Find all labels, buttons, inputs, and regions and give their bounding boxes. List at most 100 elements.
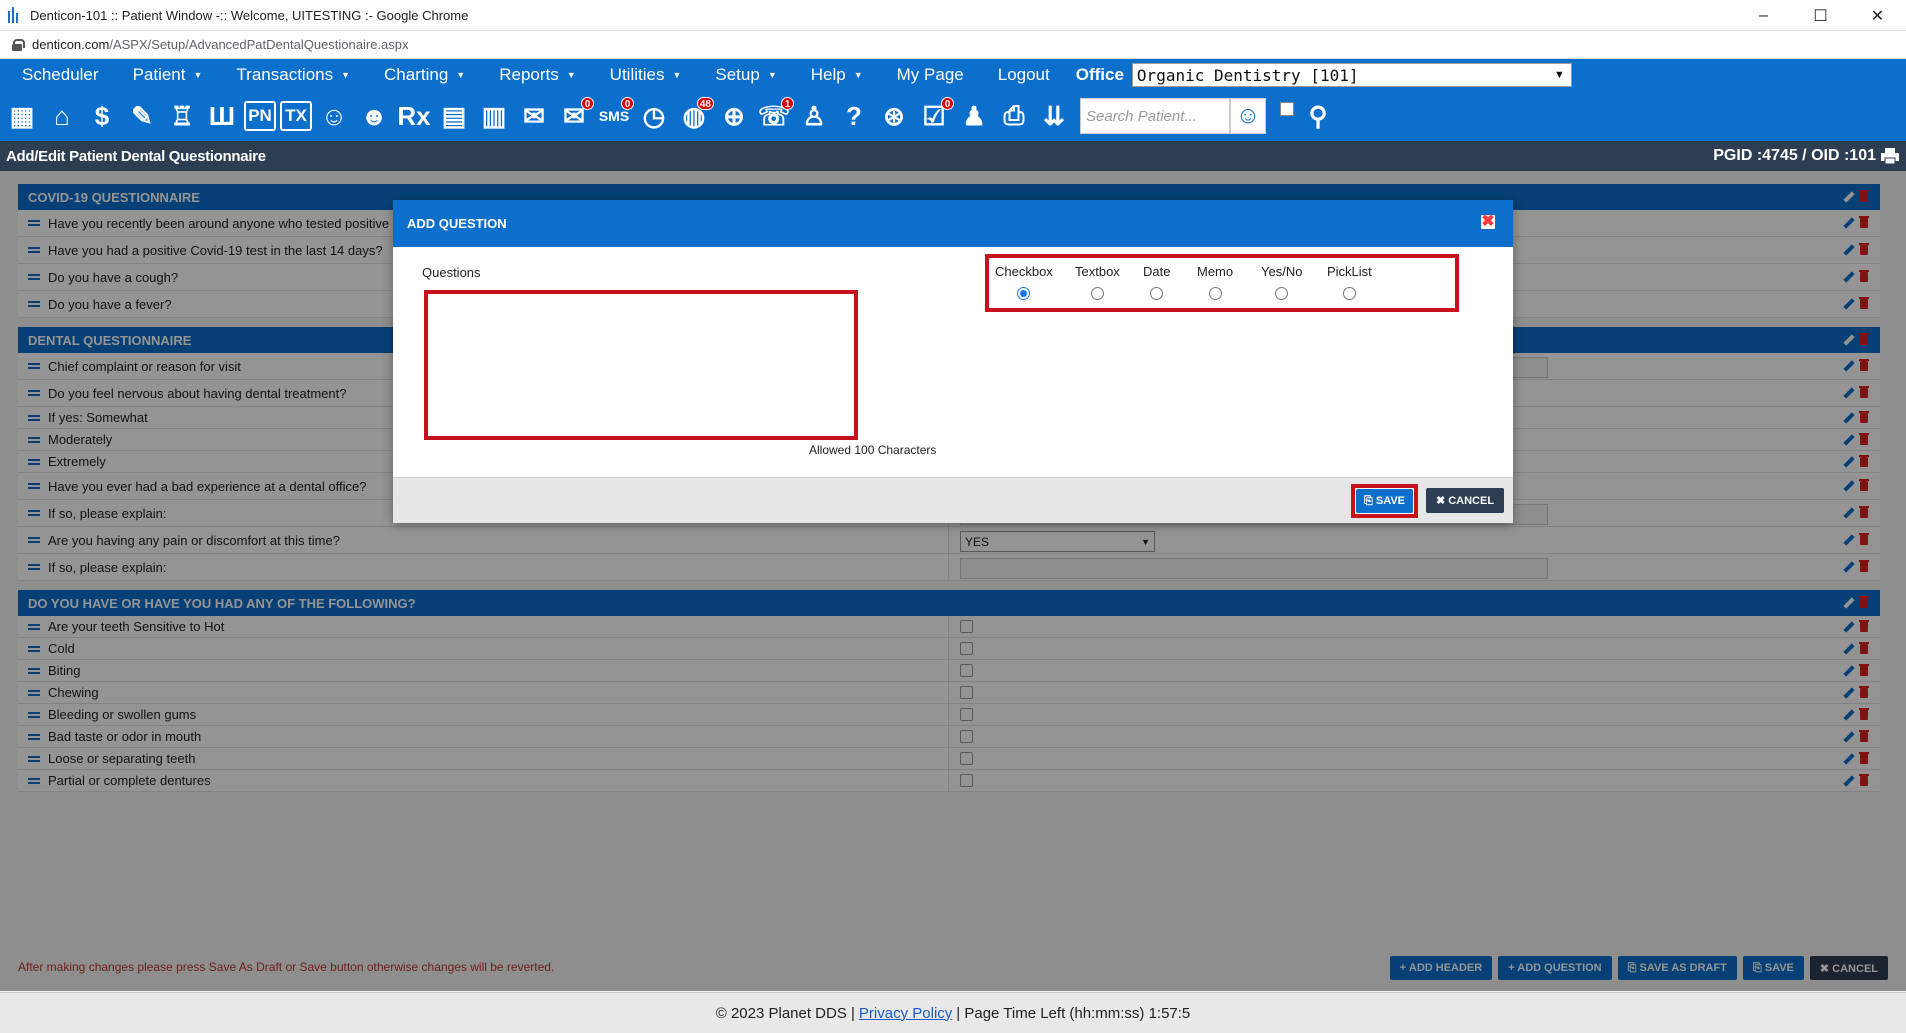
- app-logo-icon: [8, 7, 22, 23]
- type-radio[interactable]: [1208, 287, 1222, 300]
- tooth-help-icon[interactable]: ?: [836, 96, 872, 136]
- dollar-icon[interactable]: $: [84, 96, 120, 136]
- add-patient-icon[interactable]: ☺: [316, 96, 352, 136]
- type-option-checkbox[interactable]: Checkbox: [995, 264, 1053, 300]
- forms-badge: 0: [941, 97, 954, 110]
- globe-people-icon[interactable]: ⊕: [716, 96, 752, 136]
- save-button-highlight: ⎘ SAVE: [1351, 484, 1418, 518]
- menu-item-help[interactable]: Help ▼: [789, 65, 863, 85]
- dialog-save-button[interactable]: ⎘ SAVE: [1356, 489, 1413, 513]
- address-bar[interactable]: denticon.com/ASPX/Setup/AdvancedPatDenta…: [0, 31, 1906, 59]
- messages-icon[interactable]: ✉ 0: [556, 96, 594, 136]
- privacy-policy-link[interactable]: Privacy Policy: [859, 1005, 952, 1022]
- question-textarea[interactable]: [424, 290, 858, 440]
- close-window-button[interactable]: ✕: [1849, 0, 1906, 31]
- type-option-label: Checkbox: [995, 264, 1053, 279]
- type-option-label: Textbox: [1075, 264, 1120, 279]
- tooth-chart-icon[interactable]: ♖: [164, 96, 200, 136]
- maximize-button[interactable]: ☐: [1792, 0, 1849, 31]
- ledger-edit-icon[interactable]: ✎: [124, 96, 160, 136]
- menu-item-label: Setup: [715, 65, 760, 84]
- prescription-icon[interactable]: Rx: [396, 96, 432, 136]
- menu-item-scheduler[interactable]: Scheduler: [0, 65, 99, 85]
- caret-down-icon: ▼: [341, 70, 351, 80]
- chevrons-down-icon[interactable]: ⇊: [1036, 96, 1072, 136]
- web-badge: 48: [696, 97, 714, 110]
- documents-icon[interactable]: ▥: [476, 96, 512, 136]
- caret-down-icon: ▼: [193, 70, 203, 80]
- menu-item-my-page[interactable]: My Page: [875, 65, 964, 85]
- printer-icon[interactable]: ⎙: [996, 96, 1032, 136]
- browser-titlebar: Denticon-101 :: Patient Window -:: Welco…: [0, 0, 1906, 31]
- type-radio[interactable]: [1275, 287, 1289, 300]
- menu-item-utilities[interactable]: Utilities ▼: [588, 65, 682, 85]
- menu-item-logout[interactable]: Logout: [976, 65, 1050, 85]
- menu-item-patient[interactable]: Patient ▼: [111, 65, 203, 85]
- menu-item-label: Scheduler: [22, 65, 99, 84]
- lock-icon[interactable]: [12, 38, 25, 51]
- copyright-text: © 2023 Planet DDS |: [715, 1004, 855, 1022]
- window-controls: – ☐ ✕: [1735, 0, 1906, 31]
- menu-item-label: Logout: [997, 65, 1050, 84]
- menu-item-label: Reports: [499, 65, 559, 84]
- menu-item-reports[interactable]: Reports ▼: [477, 65, 575, 85]
- copyright-bar: © 2023 Planet DDS | Privacy Policy | Pag…: [0, 992, 1906, 1033]
- caret-down-icon: ▼: [566, 70, 576, 80]
- treatment-plan-icon[interactable]: TX: [280, 101, 312, 131]
- sms-icon[interactable]: SMS 0: [596, 96, 634, 136]
- group-search-icon[interactable]: ⚲: [1300, 96, 1336, 136]
- patient-search-icon[interactable]: ☺: [1230, 98, 1266, 134]
- type-option-yesno[interactable]: Yes/No: [1261, 264, 1302, 300]
- menu-item-label: Charting: [384, 65, 449, 84]
- menu-item-setup[interactable]: Setup ▼: [693, 65, 776, 85]
- questions-label: Questions: [422, 265, 481, 280]
- support-icon[interactable]: ☏ 1: [756, 96, 794, 136]
- menu-item-transactions[interactable]: Transactions ▼: [214, 65, 350, 85]
- menu-item-label: Transactions: [236, 65, 334, 84]
- type-radio[interactable]: [1017, 287, 1031, 300]
- type-option-date[interactable]: Date: [1143, 264, 1170, 300]
- support-badge: 1: [781, 97, 794, 110]
- home-icon[interactable]: ⌂: [44, 96, 80, 136]
- add-family-icon[interactable]: ☻: [356, 96, 392, 136]
- dialog-footer: ⎘ SAVE ✖ CANCEL: [393, 477, 1513, 523]
- toolbar-checkbox[interactable]: [1280, 102, 1294, 116]
- office-select[interactable]: Organic Dentistry [101] ▼: [1131, 63, 1572, 87]
- type-option-picklist[interactable]: PickList: [1327, 264, 1372, 300]
- dialog-title: ADD QUESTION: [407, 216, 507, 231]
- type-option-label: Yes/No: [1261, 264, 1303, 279]
- menu-item-label: My Page: [896, 65, 964, 84]
- web-users-icon[interactable]: ◍ 48: [676, 96, 714, 136]
- page-ids: PGID :4745 / OID :101: [1713, 147, 1876, 164]
- time-left-text: | Page Time Left (hh:mm:ss) 1:57:5: [956, 1004, 1191, 1022]
- close-icon[interactable]: ✖: [1481, 214, 1495, 230]
- menu-item-label: Patient: [132, 65, 186, 84]
- url-text[interactable]: denticon.com/ASPX/Setup/AdvancedPatDenta…: [32, 37, 409, 52]
- progress-notes-icon[interactable]: PN: [244, 101, 276, 131]
- tooth-icon[interactable]: ♙: [796, 96, 832, 136]
- type-option-memo[interactable]: Memo: [1197, 264, 1233, 300]
- main-menu: Scheduler Patient ▼ Transactions ▼ Charting ▼ R…: [0, 59, 1906, 91]
- menu-item-charting[interactable]: Charting ▼: [362, 65, 465, 85]
- type-radio[interactable]: [1090, 287, 1104, 300]
- team-icon[interactable]: ♟: [956, 96, 992, 136]
- messages-badge: 0: [581, 97, 594, 110]
- caret-down-icon: ▼: [672, 70, 682, 80]
- type-option-textbox[interactable]: Textbox: [1075, 264, 1120, 300]
- minimize-button[interactable]: –: [1735, 0, 1792, 31]
- calendar-icon[interactable]: ▦: [4, 96, 40, 136]
- caret-down-icon: ▼: [456, 70, 466, 80]
- mail-icon[interactable]: ✉: [516, 96, 552, 136]
- notes-icon[interactable]: ▤: [436, 96, 472, 136]
- page-header: Add/Edit Patient Dental Questionnaire PG…: [0, 141, 1906, 171]
- forms-icon[interactable]: ☑ 0: [916, 96, 954, 136]
- clock-icon[interactable]: ◷: [636, 96, 672, 136]
- search-patient-input[interactable]: Search Patient...: [1080, 98, 1230, 134]
- globe-search-icon[interactable]: ⊛: [876, 96, 912, 136]
- type-option-label: Memo: [1197, 264, 1234, 279]
- perio-icon[interactable]: Ш: [204, 96, 240, 136]
- print-icon[interactable]: [1880, 147, 1900, 165]
- type-radio[interactable]: [1150, 287, 1164, 300]
- type-radio[interactable]: [1342, 287, 1356, 300]
- dialog-cancel-button[interactable]: ✖ CANCEL: [1426, 488, 1504, 513]
